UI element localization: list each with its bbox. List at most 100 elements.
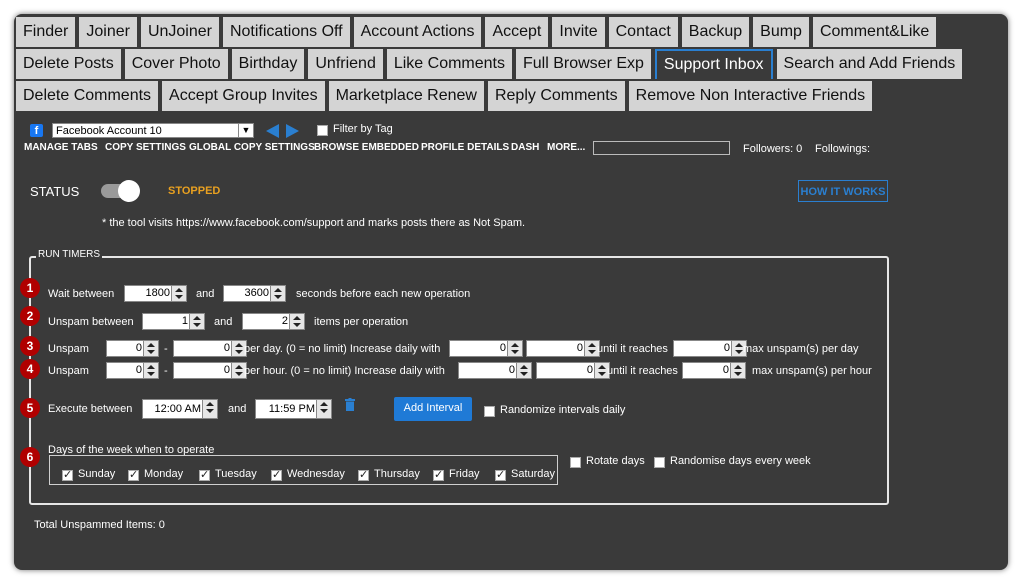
per-hour-suffix: max unspam(s) per hour xyxy=(752,365,872,377)
day-tuesday-checkbox[interactable] xyxy=(199,468,210,481)
per-day-increase-max-stepper[interactable]: 0 xyxy=(526,340,600,357)
next-account-arrow-icon[interactable] xyxy=(286,124,299,138)
spinner-arrows-icon[interactable] xyxy=(270,286,285,301)
tab-birthday[interactable]: Birthday xyxy=(231,49,305,79)
day-wednesday-checkbox[interactable] xyxy=(271,468,282,481)
account-select[interactable]: Facebook Account 10 ▼ xyxy=(52,123,254,138)
randomise-days-checkbox[interactable] xyxy=(654,457,665,468)
tab-comment-like[interactable]: Comment&Like xyxy=(812,17,937,47)
tab-cover-photo[interactable]: Cover Photo xyxy=(124,49,228,79)
execute-and-label: and xyxy=(228,403,247,415)
per-day-dash: - xyxy=(164,343,168,355)
tab-support-inbox[interactable]: Support Inbox xyxy=(654,49,773,79)
wait-min-stepper[interactable]: 1800 xyxy=(124,285,187,302)
day-wednesday-label: Wednesday xyxy=(287,468,345,480)
per-day-min-stepper[interactable]: 0 xyxy=(106,340,159,357)
per-day-increase-min-stepper[interactable]: 0 xyxy=(449,340,523,357)
tab-full-browser-exp[interactable]: Full Browser Exp xyxy=(516,49,651,79)
rotate-days-label: Rotate days xyxy=(586,455,645,467)
wait-min-value: 1800 xyxy=(145,287,170,299)
menu-profile-details[interactable]: PROFILE DETAILS xyxy=(421,142,509,153)
day-saturday-checkbox[interactable] xyxy=(495,468,506,481)
spinner-arrows-icon[interactable] xyxy=(202,400,217,418)
randomize-intervals-checkbox[interactable] xyxy=(484,406,495,417)
spinner-arrows-icon[interactable] xyxy=(171,286,186,301)
per-hour-increase-max-stepper[interactable]: 0 xyxy=(536,362,610,379)
per-day-increase-max-value: 0 xyxy=(576,342,583,354)
execute-start-time[interactable]: 12:00 AM xyxy=(142,399,218,419)
tab-delete-comments[interactable]: Delete Comments xyxy=(16,81,159,111)
per-day-max-value: 0 xyxy=(223,342,230,354)
day-monday-checkbox[interactable] xyxy=(128,468,139,481)
status-toggle[interactable] xyxy=(101,180,145,202)
unspam-min-stepper[interactable]: 1 xyxy=(142,313,205,330)
trash-icon[interactable] xyxy=(345,398,355,411)
tab-accept-group-invites[interactable]: Accept Group Invites xyxy=(162,81,325,111)
spinner-arrows-icon[interactable] xyxy=(316,400,331,418)
day-thursday-checkbox[interactable] xyxy=(358,468,369,481)
filter-by-tag-label: Filter by Tag xyxy=(333,123,393,135)
per-day-max-limit-stepper[interactable]: 0 xyxy=(673,340,747,357)
per-hour-max-limit-stepper[interactable]: 0 xyxy=(682,362,746,379)
tab-like-comments[interactable]: Like Comments xyxy=(386,49,512,79)
unspam-suffix: items per operation xyxy=(314,316,409,328)
tab-invite[interactable]: Invite xyxy=(552,17,605,47)
spinner-arrows-icon[interactable] xyxy=(289,314,304,329)
wait-max-stepper[interactable]: 3600 xyxy=(223,285,286,302)
menu-global-copy-settings[interactable]: GLOBAL COPY SETTINGS xyxy=(189,142,315,153)
tab-accept[interactable]: Accept xyxy=(485,17,549,47)
filter-by-tag-checkbox[interactable] xyxy=(317,125,328,136)
per-day-max-stepper[interactable]: 0 xyxy=(173,340,247,357)
previous-account-arrow-icon[interactable] xyxy=(266,124,279,138)
search-input[interactable] xyxy=(593,141,730,155)
tab-search-and-add-friends[interactable]: Search and Add Friends xyxy=(776,49,963,79)
tab-account-actions[interactable]: Account Actions xyxy=(353,17,482,47)
menu-manage-tabs[interactable]: MANAGE TABS xyxy=(24,142,98,153)
step-badge-1: 1 xyxy=(20,278,40,298)
tab-bump[interactable]: Bump xyxy=(753,17,809,47)
per-hour-increase-min-value: 0 xyxy=(508,364,515,376)
spinner-arrows-icon[interactable] xyxy=(730,363,745,378)
add-interval-button[interactable]: Add Interval xyxy=(394,397,472,421)
tab-reply-comments[interactable]: Reply Comments xyxy=(487,81,625,111)
per-hour-max-limit-value: 0 xyxy=(722,364,729,376)
menu-dash[interactable]: DASH xyxy=(511,142,539,153)
how-it-works-button[interactable]: HOW IT WORKS xyxy=(798,180,888,202)
day-sunday-checkbox[interactable] xyxy=(62,468,73,481)
tab-joiner[interactable]: Joiner xyxy=(79,17,137,47)
account-select-value: Facebook Account 10 xyxy=(56,125,162,137)
tab-unfriend[interactable]: Unfriend xyxy=(308,49,383,79)
day-friday-checkbox[interactable] xyxy=(433,468,444,481)
tab-remove-non-interactive-friends[interactable]: Remove Non Interactive Friends xyxy=(628,81,873,111)
per-day-max-limit-value: 0 xyxy=(723,342,730,354)
spinner-arrows-icon[interactable] xyxy=(189,314,204,329)
menu-copy-settings[interactable]: COPY SETTINGS xyxy=(105,142,186,153)
tab-notifications-off[interactable]: Notifications Off xyxy=(222,17,350,47)
tab-contact[interactable]: Contact xyxy=(608,17,678,47)
per-hour-max-stepper[interactable]: 0 xyxy=(173,362,247,379)
per-hour-min-stepper[interactable]: 0 xyxy=(106,362,159,379)
menu-more[interactable]: MORE... xyxy=(547,142,585,153)
spinner-arrows-icon[interactable] xyxy=(143,341,158,356)
day-friday-label: Friday xyxy=(449,468,480,480)
tab-unjoiner[interactable]: UnJoiner xyxy=(140,17,219,47)
per-hour-min-value: 0 xyxy=(135,364,142,376)
tab-marketplace-renew[interactable]: Marketplace Renew xyxy=(328,81,484,111)
wait-suffix: seconds before each new operation xyxy=(296,288,471,300)
per-day-label: Unspam xyxy=(48,343,89,355)
rotate-days-checkbox[interactable] xyxy=(570,457,581,468)
execute-end-time[interactable]: 11:59 PM xyxy=(255,399,332,419)
tab-row-1: Finder Joiner UnJoiner Notifications Off Acc… xyxy=(16,17,937,47)
tab-delete-posts[interactable]: Delete Posts xyxy=(16,49,121,79)
tab-finder[interactable]: Finder xyxy=(16,17,76,47)
app-window: Finder Joiner UnJoiner Notifications Off Acc… xyxy=(14,14,1008,570)
step-badge-2: 2 xyxy=(20,306,40,326)
wait-label: Wait between xyxy=(48,288,115,300)
day-thursday-label: Thursday xyxy=(374,468,420,480)
spinner-arrows-icon[interactable] xyxy=(143,363,158,378)
unspam-max-stepper[interactable]: 2 xyxy=(242,313,305,330)
tab-backup[interactable]: Backup xyxy=(681,17,750,47)
menu-browse-embedded[interactable]: BROWSE EMBEDDED xyxy=(314,142,419,153)
per-hour-increase-min-stepper[interactable]: 0 xyxy=(458,362,532,379)
toggle-knob xyxy=(118,180,140,202)
